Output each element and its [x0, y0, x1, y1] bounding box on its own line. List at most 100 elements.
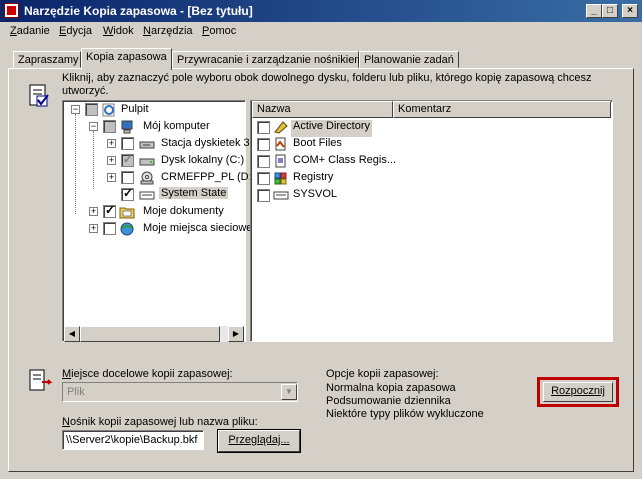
backup-app-icon — [4, 3, 19, 18]
list-checkbox-registry[interactable] — [257, 172, 270, 185]
tab-zapraszamy[interactable]: Zapraszamy — [13, 51, 81, 68]
menu-zadanie-label: adanie — [16, 25, 50, 37]
option-line: Normalna kopia zapasowa — [326, 382, 456, 394]
tree-checkbox-pulpit[interactable] — [85, 103, 98, 116]
list-checkbox-boot-files[interactable] — [257, 138, 270, 151]
tree-label[interactable]: Mój komputer — [143, 120, 210, 132]
destination-label-mnemonic: M — [62, 368, 72, 380]
media-label-text: ośnik kopii zapasowej lub nazwa pliku: — [69, 416, 258, 428]
option-line: Podsumowanie dziennika — [326, 395, 451, 407]
desktop-icon — [101, 103, 117, 117]
menu-edycja[interactable]: Edycja — [59, 25, 92, 37]
tree-checkbox-moje-dokumenty[interactable] — [103, 203, 116, 218]
network-places-icon — [119, 222, 135, 236]
tree-checkbox-moj-komputer[interactable] — [103, 120, 116, 133]
boot-files-icon — [273, 137, 289, 151]
media-label: Nośnik kopii zapasowej lub nazwa pliku: — [62, 416, 258, 428]
list-checkbox-com-plus[interactable] — [257, 155, 270, 168]
tree-expander[interactable]: + — [107, 139, 116, 148]
menu-zadanie-mnemonic: Z — [10, 25, 17, 37]
list-checkbox-sysvol[interactable] — [257, 189, 270, 202]
tree-line — [75, 114, 76, 214]
minimize-button[interactable]: _ — [586, 4, 602, 18]
checklist-icon — [28, 84, 50, 108]
browse-button-label: Przeglądaj... — [228, 434, 290, 446]
menu-pomoc[interactable]: Pomoc — [202, 25, 236, 37]
tree-checkbox-dysk-lokalny[interactable] — [121, 152, 134, 167]
floppy-drive-icon — [139, 137, 155, 151]
title-bar[interactable]: Narzędzie Kopia zapasowa - [Bez tytułu] … — [0, 0, 642, 22]
tree-label[interactable]: Dysk lokalny (C:) — [161, 154, 244, 166]
computer-icon — [119, 120, 135, 134]
list-item[interactable]: COM+ Class Regis... — [293, 154, 396, 171]
destination-select[interactable]: Plik ▼ — [62, 382, 298, 402]
menu-narzedzia-mnemonic: N — [143, 25, 151, 37]
menu-edycja-label: dycja — [66, 25, 93, 37]
registry-icon — [273, 171, 289, 185]
folder-tree[interactable]: − Pulpit − Mój komputer + Stacja dyskiet… — [62, 100, 252, 342]
tree-expander[interactable]: + — [89, 207, 98, 216]
destination-value: Plik — [67, 386, 85, 398]
tree-checkbox-moje-miejsca[interactable] — [103, 222, 116, 235]
destination-label-text: iejsce docelowe kopii zapasowej: — [71, 368, 233, 380]
tab-kopia-zapasowa[interactable]: Kopia zapasowa — [81, 48, 172, 70]
tree-line — [93, 131, 94, 189]
menu-widok-mnemonic: W — [103, 25, 114, 37]
menu-widok[interactable]: Widok — [103, 25, 134, 37]
column-header-komentarz[interactable]: Komentarz — [393, 101, 611, 118]
tab-przywracanie[interactable]: Przywracanie i zarządzanie nośnikiem — [172, 51, 363, 68]
instruction-text: Kliknij, aby zaznaczyć pole wyboru obok … — [62, 72, 592, 97]
backup-destination-icon — [28, 368, 56, 396]
hard-drive-icon — [139, 154, 155, 168]
chevron-down-icon[interactable]: ▼ — [281, 384, 297, 400]
tree-label[interactable]: Pulpit — [121, 103, 149, 115]
menu-pomoc-label: omoc — [209, 25, 237, 37]
active-directory-icon — [273, 120, 289, 134]
close-button[interactable]: × — [622, 4, 638, 18]
media-path-value: \\Server2\kopie\Backup.bkf — [66, 434, 198, 446]
column-header-nazwa[interactable]: Nazwa — [252, 101, 393, 118]
scroll-right-button[interactable]: ▶ — [228, 326, 244, 342]
option-line: Niektóre typy plików wykluczone — [326, 408, 484, 420]
tree-expander[interactable]: − — [71, 105, 80, 114]
scroll-thumb[interactable] — [80, 326, 220, 342]
com-plus-icon — [273, 154, 289, 168]
my-documents-icon — [119, 205, 135, 219]
tree-expander[interactable]: − — [89, 122, 98, 131]
list-checkbox-active-directory[interactable] — [257, 121, 270, 134]
sysvol-icon — [273, 188, 289, 202]
tree-horizontal-scrollbar[interactable]: ◀ ▶ — [64, 326, 244, 342]
list-item[interactable]: SYSVOL — [293, 188, 337, 205]
start-button-label: Rozpocznij — [551, 385, 605, 397]
tree-expander[interactable]: + — [89, 224, 98, 233]
menu-narzedzia-label: arzędzia — [150, 25, 193, 37]
menu-narzedzia[interactable]: Narzędzia — [143, 25, 193, 37]
browse-button[interactable]: Przeglądaj... — [218, 430, 300, 452]
tab-planowanie[interactable]: Planowanie zadań — [359, 51, 459, 68]
menu-zadanie[interactable]: Zadanie — [10, 25, 50, 37]
tree-label[interactable]: CRMEFPP_PL (D: — [161, 171, 252, 183]
tree-checkbox-crmefpp[interactable] — [121, 171, 134, 184]
cd-drive-icon — [139, 171, 155, 185]
scroll-left-button[interactable]: ◀ — [64, 326, 80, 342]
media-path-input[interactable]: \\Server2\kopie\Backup.bkf — [62, 430, 204, 450]
tree-expander[interactable]: + — [107, 156, 116, 165]
media-label-mnemonic: N — [62, 416, 70, 428]
tree-label[interactable]: Moje dokumenty — [143, 205, 224, 217]
menu-widok-label: idok — [113, 25, 134, 37]
maximize-button[interactable]: □ — [602, 4, 618, 18]
system-state-icon — [139, 188, 155, 202]
tree-expander[interactable]: + — [107, 173, 116, 182]
tree-checkbox-stacja[interactable] — [121, 137, 134, 150]
list-item[interactable]: Boot Files — [293, 137, 342, 154]
list-item[interactable]: Active Directory — [291, 120, 373, 137]
tree-label[interactable]: Moje miejsca sieciowe — [143, 222, 252, 234]
options-title: Opcje kopii zapasowej: — [326, 368, 439, 380]
list-item[interactable]: Registry — [293, 171, 333, 188]
tree-label-selected[interactable]: System State — [159, 187, 229, 199]
start-button[interactable]: Rozpocznij — [543, 382, 613, 402]
tree-checkbox-system-state[interactable] — [121, 186, 134, 201]
file-list[interactable]: Nazwa Komentarz Active Directory Boot Fi… — [250, 100, 613, 342]
tree-label[interactable]: Stacja dyskietek 3 — [161, 137, 250, 149]
destination-label: Miejsce docelowe kopii zapasowej: — [62, 368, 233, 380]
